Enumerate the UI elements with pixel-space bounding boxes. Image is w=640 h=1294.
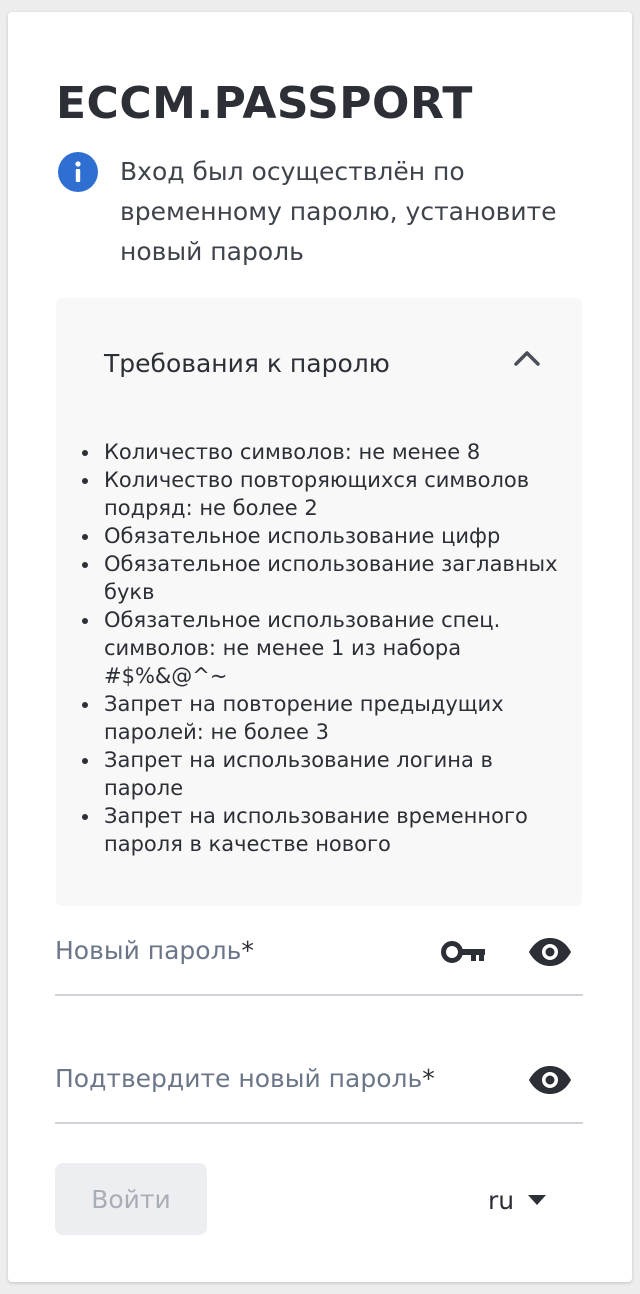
requirement-item: Обязательное использование спец. символо… bbox=[82, 606, 564, 690]
show-confirm-password-button[interactable] bbox=[525, 1058, 575, 1102]
confirm-password-field: Подтвердите новый пароль* bbox=[55, 1042, 583, 1124]
new-password-field: Новый пароль* bbox=[55, 914, 583, 996]
language-value: ru bbox=[488, 1185, 515, 1215]
requirement-item: Обязательное использование цифр bbox=[82, 522, 564, 550]
required-mark: * bbox=[422, 1064, 435, 1093]
password-requirements-list: Количество символов: не менее 8 Количест… bbox=[82, 438, 564, 858]
key-icon bbox=[441, 941, 485, 963]
info-icon bbox=[58, 152, 98, 192]
requirement-item: Запрет на использование временного парол… bbox=[82, 802, 564, 858]
caret-down-icon bbox=[528, 1195, 547, 1205]
notice-text: Вход был осуществлён по временному парол… bbox=[120, 157, 557, 266]
login-card: ECCM.PASSPORT Вход был осуществлён по вр… bbox=[8, 12, 632, 1282]
show-password-button[interactable] bbox=[525, 930, 575, 974]
eye-icon bbox=[529, 938, 571, 966]
app-title: ECCM.PASSPORT bbox=[56, 78, 473, 129]
password-requirements-title: Требования к паролю bbox=[104, 349, 390, 378]
requirement-item: Количество символов: не менее 8 bbox=[82, 438, 564, 466]
password-requirements-toggle[interactable]: Требования к паролю bbox=[56, 298, 582, 428]
chevron-up-icon bbox=[514, 351, 540, 366]
requirement-item: Количество повторяющихся символов подряд… bbox=[82, 466, 564, 522]
requirement-item: Запрет на использование логина в пароле bbox=[82, 746, 564, 802]
requirement-item: Запрет на повторение предыдущих паролей:… bbox=[82, 690, 564, 746]
login-button[interactable]: Войти bbox=[55, 1163, 207, 1235]
requirement-item: Обязательное использование заглавных бук… bbox=[82, 550, 564, 606]
language-selector[interactable]: ru bbox=[488, 1180, 547, 1220]
eye-icon bbox=[529, 1066, 571, 1094]
password-requirements-panel: Требования к паролю Количество символов:… bbox=[56, 298, 582, 906]
generate-password-button[interactable] bbox=[439, 930, 489, 974]
